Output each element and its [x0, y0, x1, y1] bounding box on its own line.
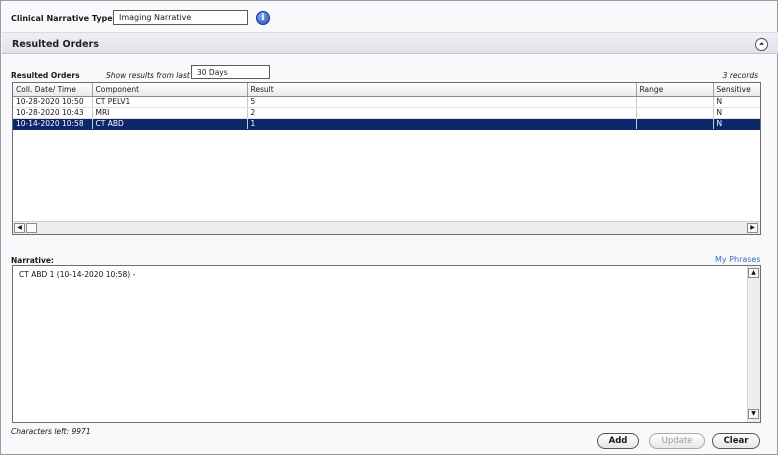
cell-date: 10-28-2020 10:43 — [13, 107, 93, 119]
cell-date: 10-28-2020 10:50 — [13, 96, 93, 108]
narrative-type-label: Clinical Narrative Type — [11, 14, 113, 23]
column-header-date[interactable]: Coll. Date/ Time — [13, 83, 93, 97]
table-row[interactable]: 10-28-2020 10:50 CT PELV1 5 N — [13, 96, 760, 108]
narrative-text: CT ABD 1 (10-14-2020 10:58) - — [19, 270, 136, 279]
cell-sensitive: N — [713, 96, 760, 108]
clinical-narrative-window: Clinical Narrative Type Imaging Narrativ… — [0, 0, 778, 455]
cell-component: MRI — [92, 107, 248, 119]
info-icon[interactable]: i — [256, 11, 270, 25]
characters-left: Characters left: 9971 — [11, 427, 91, 436]
vertical-scrollbar[interactable]: ▲ ▼ — [747, 266, 760, 422]
records-count: 3 records — [722, 71, 758, 80]
cell-sensitive: N — [713, 107, 760, 119]
update-button[interactable]: Update — [649, 433, 705, 449]
narrative-textarea[interactable]: CT ABD 1 (10-14-2020 10:58) - ▲ ▼ — [12, 265, 761, 423]
scroll-right-icon[interactable]: ▶ — [747, 223, 758, 233]
resulted-orders-grid: Coll. Date/ Time Component Result Range … — [12, 82, 761, 235]
clear-button[interactable]: Clear — [712, 433, 760, 449]
add-button[interactable]: Add — [597, 433, 639, 449]
scroll-left-icon[interactable]: ◀ — [14, 223, 25, 233]
cell-range — [636, 107, 714, 119]
scrollbar-thumb[interactable] — [26, 223, 37, 233]
column-header-range[interactable]: Range — [636, 83, 714, 97]
cell-result: 5 — [247, 96, 637, 108]
cell-date: 10-14-2020 10:58 — [13, 118, 93, 130]
column-header-sensitive[interactable]: Sensitive — [713, 83, 760, 97]
cell-range — [636, 118, 714, 130]
scroll-down-icon[interactable]: ▼ — [748, 409, 759, 419]
cell-result: 1 — [247, 118, 637, 130]
cell-sensitive: N — [713, 118, 760, 130]
table-row[interactable]: 10-14-2020 10:58 CT ABD 1 N — [13, 118, 760, 130]
resulted-orders-label: Resulted Orders — [11, 71, 80, 80]
cell-component: CT PELV1 — [92, 96, 248, 108]
show-results-label: Show results from last — [106, 71, 190, 80]
my-phrases-link[interactable]: My Phrases — [715, 255, 761, 264]
column-header-component[interactable]: Component — [92, 83, 248, 97]
grid-header-row: Coll. Date/ Time Component Result Range … — [13, 83, 760, 97]
narrative-type-select[interactable]: Imaging Narrative — [113, 10, 248, 25]
horizontal-scrollbar[interactable]: ◀ ▶ — [13, 221, 760, 234]
narrative-label: Narrative: — [11, 256, 54, 265]
show-results-field[interactable]: 30 Days — [191, 65, 270, 79]
cell-range — [636, 96, 714, 108]
column-header-result[interactable]: Result — [247, 83, 637, 97]
collapse-up-icon[interactable]: ⏶ — [755, 38, 768, 51]
cell-component: CT ABD — [92, 118, 248, 130]
cell-result: 2 — [247, 107, 637, 119]
resulted-orders-section-header: Resulted Orders ⏶ — [2, 32, 778, 54]
section-title: Resulted Orders — [12, 39, 99, 50]
scroll-up-icon[interactable]: ▲ — [748, 268, 759, 278]
table-row[interactable]: 10-28-2020 10:43 MRI 2 N — [13, 107, 760, 119]
